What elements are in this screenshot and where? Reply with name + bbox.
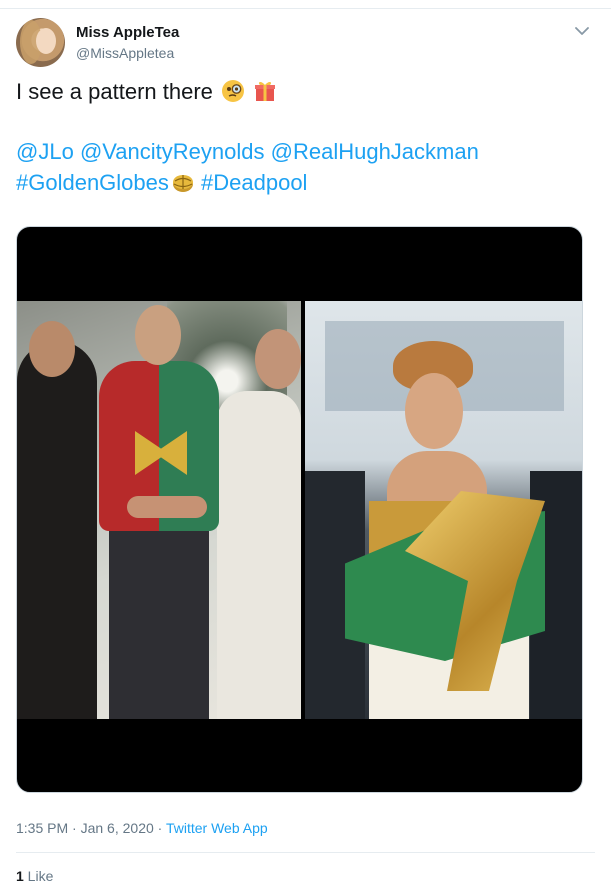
hashtag-deadpool[interactable]: #Deadpool [201,170,307,195]
chevron-down-icon[interactable] [571,20,593,42]
avatar[interactable] [16,18,65,67]
mention-realhughjackman[interactable]: @RealHughJackman [271,139,479,164]
tweet-source[interactable]: Twitter Web App [166,820,268,836]
tweet-line-hashtags: #GoldenGlobes #Deadpool [16,167,596,198]
tweet-time[interactable]: 1:35 PM [16,820,68,836]
tweet-line-mentions: @JLo @VancityReynolds @RealHughJackman [16,136,596,167]
hashtag-goldenglobes[interactable]: #GoldenGlobes [16,170,169,195]
tweet-page: Miss AppleTea @MissAppletea I see a patt… [0,0,611,885]
photo-men-christmas-sweater[interactable] [17,301,301,719]
monocle-face-emoji-icon [221,79,245,103]
divider [16,852,595,853]
top-border [0,8,611,9]
tweet-date[interactable]: Jan 6, 2020 [81,820,154,836]
tweet-media[interactable] [16,226,583,793]
golden-globe-emoji-icon [171,170,195,194]
tweet-meta: 1:35 PM · Jan 6, 2020 · Twitter Web App [16,820,268,836]
photo-woman-gold-green-bow-gown[interactable] [305,301,582,719]
gift-emoji-icon [253,79,277,103]
user-info[interactable]: Miss AppleTea @MissAppletea [76,24,179,62]
mention-vancityreynolds[interactable]: @VancityReynolds [80,139,265,164]
like-count: 1 [16,868,24,884]
display-name[interactable]: Miss AppleTea [76,24,179,42]
like-label: Like [23,868,54,884]
tweet-header: Miss AppleTea @MissAppletea [16,18,595,70]
meta-separator-1: · [68,820,81,836]
tweet-line-1: I see a pattern there [16,76,596,107]
tweet-sentence: I see a pattern there [16,79,213,104]
like-count-link[interactable]: 1 Like [16,868,53,884]
mention-jlo[interactable]: @JLo [16,139,74,164]
tweet-text: I see a pattern there @JLo @VancityReyno… [16,76,596,198]
meta-separator-2: · [153,820,166,836]
user-handle[interactable]: @MissAppletea [76,44,179,62]
